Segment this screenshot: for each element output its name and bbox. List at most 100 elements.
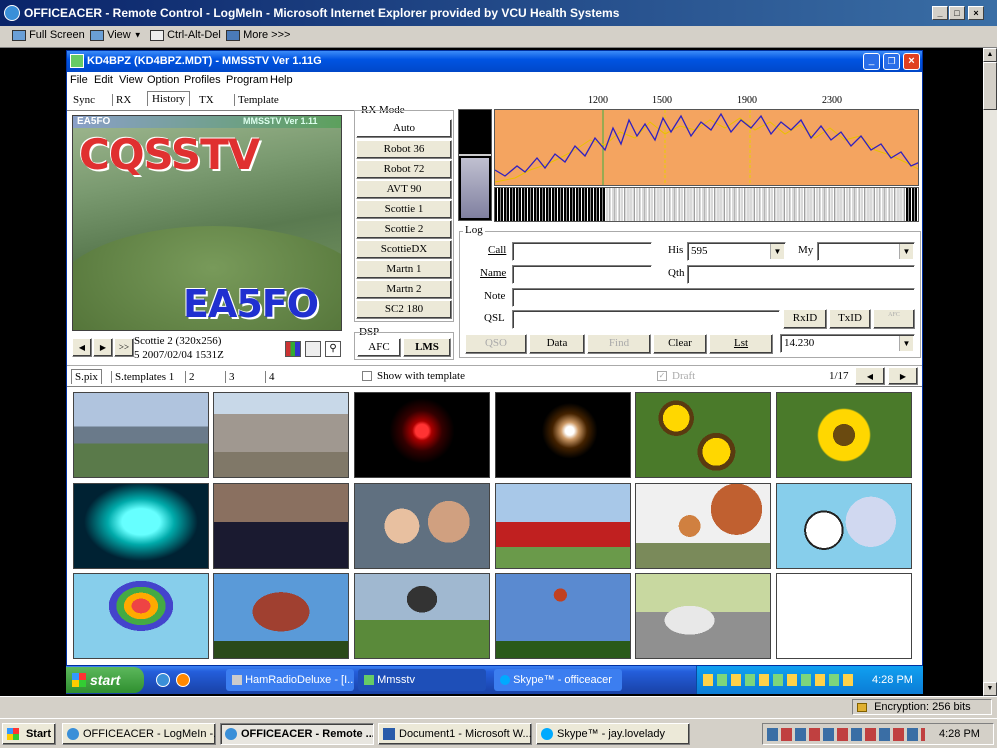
thumb-sunflowers[interactable] (635, 392, 771, 478)
spectrum-display[interactable] (494, 109, 919, 186)
tab-stock-pix[interactable]: S.pix (71, 369, 102, 384)
thumb-fire-truck[interactable] (495, 483, 631, 569)
menu-help[interactable]: Help (270, 74, 293, 86)
qso-button[interactable]: QSO (465, 334, 527, 354)
rx-mode-robot72[interactable]: Robot 72 (356, 160, 452, 179)
draft-checkbox[interactable]: ✓ (657, 371, 667, 381)
ie-minimize-button[interactable]: _ (932, 6, 948, 20)
afc-small-button[interactable]: AFC (873, 309, 915, 329)
ie-maximize-button[interactable]: □ (949, 6, 965, 20)
frequency-select[interactable]: 14.230 ▼ (780, 334, 915, 353)
dsp-afc-button[interactable]: AFC (357, 338, 401, 357)
thumb-xray-skull[interactable] (73, 483, 209, 569)
clear-button[interactable]: Clear (653, 334, 707, 354)
thumb-three-people[interactable] (213, 483, 349, 569)
page-next-button[interactable]: ▶ (888, 367, 918, 385)
menu-profiles[interactable]: Profiles (184, 74, 221, 86)
name-input[interactable] (512, 265, 652, 284)
tab-history[interactable]: History (147, 91, 190, 106)
thumb-red-fireworks[interactable] (354, 392, 490, 478)
remote-task-skype[interactable]: Skype™ - officeacer (494, 669, 622, 691)
remote-task-hamradiodeluxe[interactable]: HamRadioDeluxe - [I... (226, 669, 354, 691)
rx-mode-avt90[interactable]: AVT 90 (356, 180, 452, 199)
last-image-button[interactable]: >> (114, 338, 134, 357)
thumb-balloon-hills[interactable] (354, 573, 490, 659)
qth-input[interactable] (687, 265, 915, 284)
mmsstv-restore-button[interactable]: ❐ (883, 53, 900, 70)
thumb-soccer-balloon[interactable] (776, 483, 912, 569)
view-button[interactable]: View ▼ (90, 29, 142, 45)
thumb-owl-balloon[interactable] (213, 573, 349, 659)
tab-rx[interactable]: RX (112, 94, 131, 106)
ie-vertical-scrollbar[interactable]: ▲ ▼ (983, 48, 997, 696)
tab-templates-3[interactable]: 3 (225, 371, 235, 383)
note-input[interactable] (512, 288, 915, 307)
show-template-checkbox[interactable] (362, 371, 372, 381)
magnify-icon[interactable]: ⚲ (325, 341, 341, 357)
mmsstv-close-button[interactable]: × (903, 53, 920, 70)
rx-mode-scottie2[interactable]: Scottie 2 (356, 220, 452, 239)
thumb-helicopter[interactable] (635, 573, 771, 659)
scroll-down-arrow-icon[interactable]: ▼ (983, 682, 997, 696)
his-select[interactable]: 595 ▼ (687, 242, 786, 261)
quicklaunch-ie-icon[interactable] (156, 673, 170, 687)
tab-templates-2[interactable]: 2 (185, 371, 195, 383)
rx-mode-auto[interactable]: Auto (356, 119, 452, 138)
local-task-logmein[interactable]: OFFICEACER - LogMeIn -... (62, 723, 216, 745)
scroll-thumb[interactable] (983, 62, 997, 110)
local-task-word[interactable]: Document1 - Microsoft W... (378, 723, 532, 745)
mmsstv-minimize-button[interactable]: _ (863, 53, 880, 70)
tab-templates-4[interactable]: 4 (265, 371, 275, 383)
rx-mode-sc2-180[interactable]: SC2 180 (356, 300, 452, 319)
rx-mode-robot36[interactable]: Robot 36 (356, 140, 452, 159)
thumb-city-aerial[interactable] (213, 392, 349, 478)
ie-close-button[interactable]: × (968, 6, 984, 20)
scroll-up-arrow-icon[interactable]: ▲ (983, 48, 997, 62)
local-task-skype[interactable]: Skype™ - jay.lovelady (536, 723, 690, 745)
find-button[interactable]: Find (587, 334, 651, 354)
rxid-button[interactable]: RxID (783, 309, 827, 329)
rx-mode-scottie1[interactable]: Scottie 1 (356, 200, 452, 219)
chevron-down-icon[interactable]: ▼ (899, 336, 913, 351)
menu-file[interactable]: File (70, 74, 88, 86)
ctrl-alt-del-button[interactable]: Ctrl-Alt-Del (150, 29, 221, 45)
thumb-white-fireworks[interactable] (495, 392, 631, 478)
local-start-button[interactable]: Start (2, 723, 56, 745)
menu-option[interactable]: Option (147, 74, 179, 86)
prev-image-button[interactable]: ◀ (72, 338, 92, 357)
qsl-input[interactable] (512, 310, 780, 329)
local-tray-icons[interactable] (767, 728, 925, 741)
call-input[interactable] (512, 242, 652, 261)
data-button[interactable]: Data (529, 334, 585, 354)
tab-templates-1[interactable]: S.templates 1 (111, 371, 174, 383)
color-palette-icon[interactable] (285, 341, 301, 357)
chevron-down-icon[interactable]: ▼ (899, 244, 913, 259)
quicklaunch-firefox-icon[interactable] (176, 673, 190, 687)
thumb-couple-sunglasses[interactable] (354, 483, 490, 569)
tab-template[interactable]: Template (234, 94, 279, 106)
thumb-hot-air-balloons[interactable] (635, 483, 771, 569)
waterfall-display[interactable] (494, 187, 919, 222)
copy-icon[interactable] (305, 341, 321, 357)
tab-tx[interactable]: TX (197, 94, 214, 106)
tab-sync[interactable]: Sync (73, 94, 95, 106)
rx-mode-scottiedx[interactable]: ScottieDX (356, 240, 452, 259)
page-prev-button[interactable]: ◀ (855, 367, 885, 385)
list-button[interactable]: Lst (709, 334, 773, 354)
thumb-distant-balloon[interactable] (495, 573, 631, 659)
rx-mode-martin1[interactable]: Martn 1 (356, 260, 452, 279)
my-select[interactable]: ▼ (817, 242, 915, 261)
thumb-city-skyline[interactable] (73, 392, 209, 478)
more-button[interactable]: More >>> (226, 29, 290, 45)
fullscreen-button[interactable]: Full Screen (12, 29, 85, 45)
menu-program[interactable]: Program (226, 74, 268, 86)
rx-mode-martin2[interactable]: Martn 2 (356, 280, 452, 299)
chevron-down-icon[interactable]: ▼ (770, 244, 784, 259)
remote-start-button[interactable]: start (66, 667, 144, 693)
menu-view[interactable]: View (119, 74, 143, 86)
dsp-lms-button[interactable]: LMS (403, 338, 451, 357)
thumb-empty-slot[interactable] (776, 573, 912, 659)
local-task-remote-control[interactable]: OFFICEACER - Remote ... (220, 723, 374, 745)
tray-icons[interactable] (703, 674, 853, 686)
next-image-button[interactable]: ▶ (93, 338, 113, 357)
